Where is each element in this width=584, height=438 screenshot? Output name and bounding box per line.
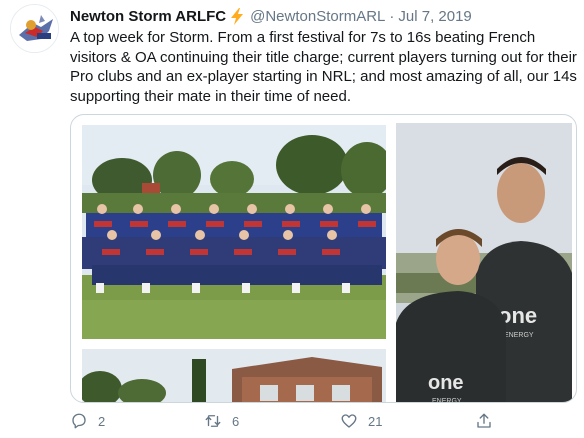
tweet-header: Newton Storm ARLFC @NewtonStormARL · Jul… — [70, 6, 472, 26]
tweet-actions: 2 6 21 — [70, 412, 580, 432]
tweet-text: A top week for Storm. From a first festi… — [70, 29, 577, 105]
jersey-text-left: one — [428, 372, 464, 394]
author-name[interactable]: Newton Storm ARLFC — [70, 8, 226, 25]
retweet-count: 6 — [232, 413, 240, 429]
retweet-button[interactable]: 6 — [204, 412, 239, 430]
share-button[interactable] — [475, 412, 493, 430]
like-count: 21 — [368, 413, 383, 429]
reply-count: 2 — [98, 413, 106, 429]
avatar[interactable] — [10, 4, 59, 53]
reply-button[interactable]: 2 — [70, 412, 105, 430]
players-photo[interactable]: one ENERGY one ENERGY — [396, 123, 572, 403]
author-handle[interactable]: @NewtonStormARL — [250, 8, 385, 25]
team-photo[interactable] — [82, 125, 386, 339]
separator-dot: · — [389, 7, 395, 25]
tweet-date[interactable]: Jul 7, 2019 — [398, 8, 471, 25]
clubhouse-photo[interactable] — [82, 349, 386, 402]
club-logo-icon — [11, 5, 58, 52]
reply-icon — [72, 413, 86, 429]
jersey-subtext-right: ENERGY — [504, 332, 534, 339]
like-icon — [341, 414, 357, 428]
lightning-bolt-icon — [231, 7, 244, 25]
tweet[interactable]: Newton Storm ARLFC @NewtonStormARL · Jul… — [0, 0, 584, 438]
jersey-subtext-left: ENERGY — [432, 398, 462, 403]
like-button[interactable]: 21 — [340, 412, 382, 430]
media-grid: one ENERGY one ENERGY — [70, 114, 577, 403]
retweet-icon — [205, 415, 221, 427]
share-icon — [477, 413, 491, 428]
